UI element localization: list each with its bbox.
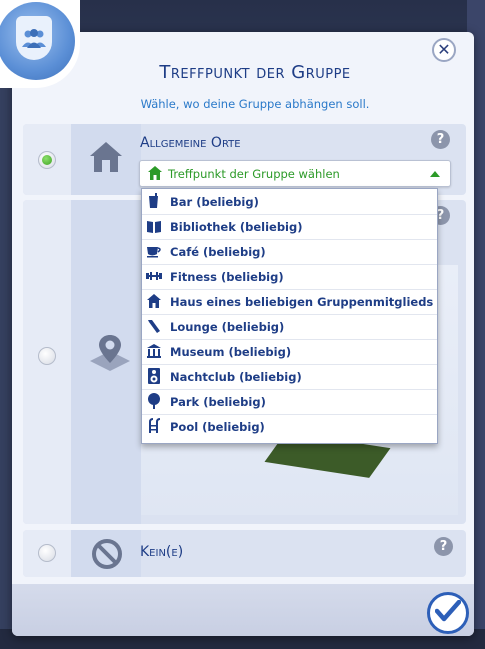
- list-item-bar[interactable]: Bar (beliebig): [142, 189, 437, 215]
- pool-ladder-icon: [146, 418, 162, 434]
- list-item-museum[interactable]: Museum (beliebig): [142, 339, 437, 365]
- house-icon: [146, 293, 162, 309]
- cocktail-icon: [146, 318, 162, 334]
- map-pin-icon: [86, 333, 134, 377]
- dropdown-selected-label: Treffpunkt der Gruppe wählen: [168, 167, 340, 181]
- list-item-park[interactable]: Park (beliebig): [142, 389, 437, 415]
- list-item-label: Haus eines beliebigen Gruppenmitglieds: [170, 295, 434, 309]
- help-icon[interactable]: ?: [431, 130, 450, 149]
- list-item-cafe[interactable]: Café (beliebig): [142, 239, 437, 265]
- radio-general-places[interactable]: [38, 151, 56, 169]
- list-item-label: Bar (beliebig): [170, 195, 259, 209]
- book-icon: [146, 218, 162, 234]
- confirm-button[interactable]: [427, 592, 469, 634]
- background-left-edge: [0, 0, 12, 649]
- speaker-icon: [146, 368, 162, 384]
- list-item-nightclub[interactable]: Nachtclub (beliebig): [142, 364, 437, 390]
- close-icon: ✕: [437, 40, 451, 59]
- dialog-subtitle: Wähle, wo deine Gruppe abhängen soll.: [140, 97, 370, 111]
- list-item-label: Bibliothek (beliebig): [170, 220, 303, 234]
- option-label-general-places: Allgemeine Orte: [140, 135, 241, 151]
- list-item-fitness[interactable]: Fitness (beliebig): [142, 264, 437, 290]
- group-icon: [16, 16, 52, 60]
- list-item-label: Park (beliebig): [170, 395, 266, 409]
- tree-icon: [146, 393, 162, 409]
- drink-icon: [146, 193, 162, 209]
- coffee-cup-icon: [146, 243, 162, 259]
- list-item-label: Nachtclub (beliebig): [170, 370, 302, 384]
- list-item-library[interactable]: Bibliothek (beliebig): [142, 214, 437, 240]
- list-item-label: Fitness (beliebig): [170, 270, 284, 284]
- list-item-label: Museum (beliebig): [170, 345, 292, 359]
- prohibited-icon: [91, 538, 123, 574]
- list-item-pool[interactable]: Pool (beliebig): [142, 414, 437, 439]
- dumbbell-icon: [146, 268, 162, 284]
- list-item-label: Café (beliebig): [170, 245, 266, 259]
- close-button[interactable]: ✕: [432, 38, 456, 62]
- list-item-label: Lounge (beliebig): [170, 320, 285, 334]
- museum-icon: [146, 343, 162, 359]
- house-icon: [88, 140, 124, 178]
- list-item-lounge[interactable]: Lounge (beliebig): [142, 314, 437, 340]
- dialog-footer: [12, 584, 474, 636]
- help-icon[interactable]: ?: [434, 537, 453, 556]
- dropdown-list: Bar (beliebig) Bibliothek (beliebig) Caf…: [141, 188, 438, 444]
- hangout-location-dropdown[interactable]: Treffpunkt der Gruppe wählen: [139, 160, 451, 187]
- option-none[interactable]: Kein(e) ?: [23, 530, 466, 577]
- checkmark-icon: [434, 599, 462, 626]
- option-label-none: Kein(e): [140, 544, 184, 560]
- radio-none[interactable]: [38, 544, 56, 562]
- list-item-label: Pool (beliebig): [170, 420, 265, 434]
- caret-up-icon: [430, 171, 440, 177]
- dialog-title: Treffpunkt der Gruppe: [159, 62, 351, 83]
- list-item-member-house[interactable]: Haus eines beliebigen Gruppenmitglieds: [142, 289, 437, 315]
- radio-specific-lot[interactable]: [38, 347, 56, 365]
- house-icon: [147, 165, 163, 185]
